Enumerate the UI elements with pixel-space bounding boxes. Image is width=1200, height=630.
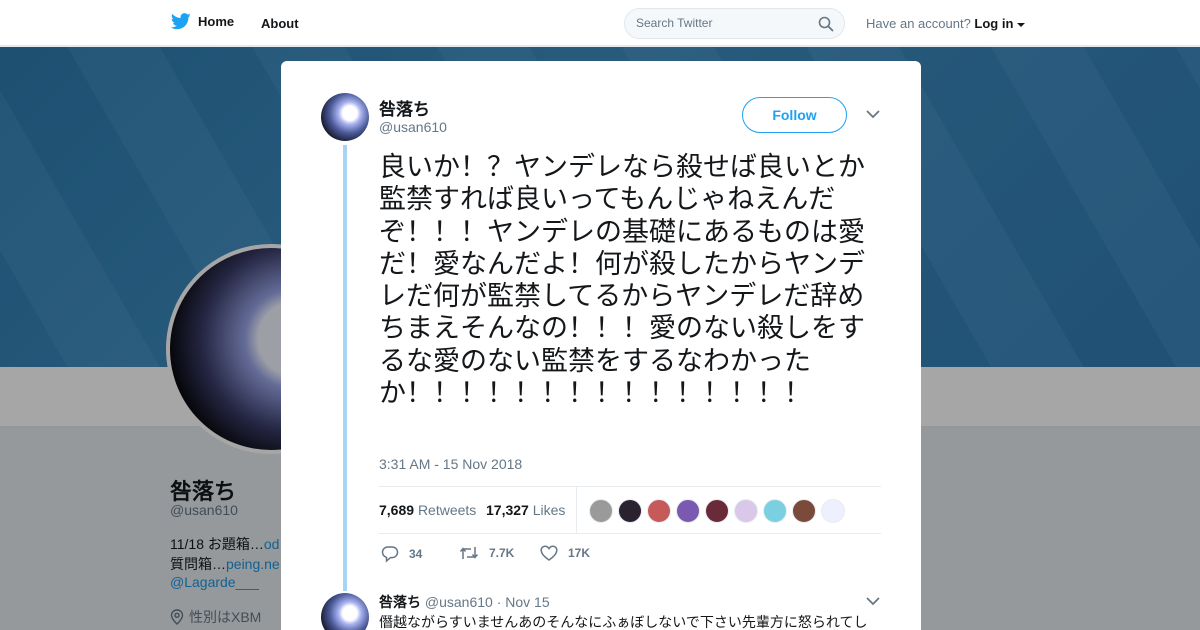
retweet-action[interactable]: 7.7K	[459, 545, 514, 561]
liker-avatar[interactable]	[821, 499, 845, 523]
liker-avatar[interactable]	[792, 499, 816, 523]
reply-text: 僭越ながらすいませんあのそんなにふぁぼしないで下さい先輩方に怒られてし	[379, 614, 868, 630]
close-icon[interactable]	[1155, 13, 1177, 35]
thread-line	[343, 145, 347, 591]
tweet-text: 良いか！？ヤンデレなら殺せば良いとか監禁すれば良いってもんじゃねえんだぞ！！！ヤ…	[379, 152, 865, 409]
tweet-timestamp[interactable]: 3:31 AM - 15 Nov 2018	[379, 456, 522, 472]
reply-count: 34	[409, 547, 423, 561]
stats-divider	[576, 487, 577, 533]
liker-avatar[interactable]	[763, 499, 787, 523]
likes-stat[interactable]: 17,327 Likes	[486, 502, 565, 518]
likes-count: 17,327	[486, 502, 529, 518]
twitter-bird-icon	[171, 13, 191, 30]
chevron-down-icon[interactable]	[866, 109, 880, 119]
likes-label: Likes	[532, 502, 566, 518]
reply-icon	[381, 546, 399, 563]
reply-action[interactable]: 34	[381, 545, 422, 563]
search-box[interactable]	[624, 8, 845, 39]
tweet-stats: 7,689 Retweets 17,327 Likes	[379, 486, 881, 534]
retweets-count: 7,689	[379, 502, 415, 518]
heart-icon	[540, 545, 558, 561]
reply-header: 咎落ち @usan610 · Nov 15	[379, 592, 550, 612]
follow-button[interactable]: Follow	[742, 97, 847, 133]
liker-avatar[interactable]	[647, 499, 671, 523]
retweet-icon	[459, 547, 479, 559]
account-prompt: Have an account?	[866, 16, 971, 31]
nav-home-label: Home	[198, 14, 235, 29]
retweet-count: 7.7K	[489, 546, 515, 560]
liker-avatar[interactable]	[676, 499, 700, 523]
likers-avatars	[589, 499, 850, 523]
chevron-down-icon[interactable]	[866, 596, 880, 606]
search-icon[interactable]	[818, 16, 834, 32]
nav-home-link[interactable]: Home	[171, 13, 234, 30]
author-avatar[interactable]	[321, 93, 369, 141]
nav-about-link[interactable]: About	[261, 16, 299, 31]
reply-author-name[interactable]: 咎落ち	[379, 594, 421, 610]
retweets-label: Retweets	[417, 502, 477, 518]
account-menu[interactable]: Have an account? Log in	[866, 16, 1026, 31]
author-handle[interactable]: @usan610	[379, 119, 447, 135]
login-link[interactable]: Log in	[974, 16, 1013, 31]
like-count: 17K	[568, 546, 591, 560]
liker-avatar[interactable]	[734, 499, 758, 523]
author-name[interactable]: 咎落ち	[379, 95, 430, 120]
dropdown-caret-icon	[1017, 23, 1026, 27]
liker-avatar[interactable]	[618, 499, 642, 523]
retweets-stat[interactable]: 7,689 Retweets	[379, 502, 476, 518]
reply-date[interactable]: · Nov 15	[497, 594, 550, 610]
search-input[interactable]	[636, 16, 816, 30]
reply-author-avatar[interactable]	[321, 593, 369, 630]
liker-avatar[interactable]	[705, 499, 729, 523]
tweet-modal: 咎落ち @usan610 Follow 良いか！？ヤンデレなら殺せば良いとか監禁…	[281, 61, 921, 630]
tweet-actions: 34 7.7K 17K	[379, 545, 679, 565]
top-nav-bar: Home About Have an account? Log in	[0, 0, 1200, 46]
reply-author-handle[interactable]: @usan610	[425, 594, 493, 610]
liker-avatar[interactable]	[589, 499, 613, 523]
like-action[interactable]: 17K	[540, 545, 590, 561]
